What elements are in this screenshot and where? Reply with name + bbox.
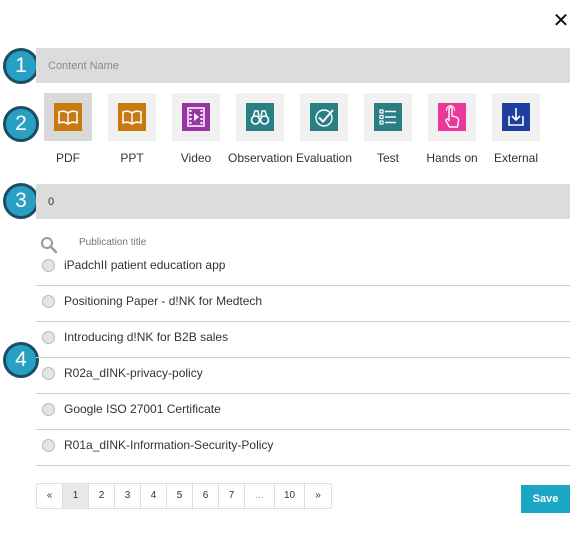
type-hands-on-tile	[428, 93, 476, 141]
step-3-badge: 3	[3, 183, 39, 219]
content-type-selector: PDF PPT Video Observation Evaluation Tes…	[36, 93, 556, 168]
type-observation-label: Observation	[228, 151, 293, 165]
list-item-label: R01a_dINK-Information-Security-Policy	[64, 438, 274, 452]
list-item[interactable]: R02a_dINK-privacy-policy	[36, 358, 570, 394]
type-video-tile	[172, 93, 220, 141]
page-5-button[interactable]: 5	[167, 484, 193, 508]
list-item-label: iPadchII patient education app	[64, 258, 226, 272]
type-test-label: Test	[376, 151, 399, 165]
page-prev-button[interactable]: «	[37, 484, 63, 508]
list-item[interactable]: Google ISO 27001 Certificate	[36, 394, 570, 430]
number-input[interactable]	[36, 184, 570, 219]
radio-button[interactable]	[42, 367, 55, 380]
list-icon	[374, 103, 402, 131]
type-pdf-tile	[44, 93, 92, 141]
type-test[interactable]: Test	[356, 93, 420, 168]
step-1-badge: 1	[3, 48, 39, 84]
page-10-button[interactable]: 10	[275, 484, 305, 508]
radio-button[interactable]	[42, 259, 55, 272]
type-evaluation[interactable]: Evaluation	[292, 93, 356, 168]
type-ppt-label: PPT	[120, 151, 144, 165]
list-item[interactable]: Introducing d!NK for B2B sales	[36, 322, 570, 358]
type-evaluation-tile	[300, 93, 348, 141]
type-external[interactable]: External	[484, 93, 548, 168]
type-ppt-tile	[108, 93, 156, 141]
list-item-label: Positioning Paper - d!NK for Medtech	[64, 294, 263, 308]
type-hands-on[interactable]: Hands on	[420, 93, 484, 168]
page-6-button[interactable]: 6	[193, 484, 219, 508]
film-play-icon	[182, 103, 210, 131]
list-item-label: Google ISO 27001 Certificate	[64, 402, 221, 416]
checkmark-icon	[310, 103, 338, 131]
type-observation-tile	[236, 93, 284, 141]
book-open-icon	[54, 103, 82, 131]
publication-list: iPadchII patient education app Positioni…	[36, 250, 570, 466]
pagination: « 1 2 3 4 5 6 7 ... 10 »	[36, 483, 332, 509]
type-video[interactable]: Video	[164, 93, 228, 168]
page-3-button[interactable]: 3	[115, 484, 141, 508]
download-tray-icon	[502, 103, 530, 131]
page-4-button[interactable]: 4	[141, 484, 167, 508]
touch-hand-icon	[438, 103, 466, 131]
type-external-label: External	[493, 151, 539, 165]
publication-search-input[interactable]	[79, 237, 329, 248]
type-pdf-label: PDF	[56, 151, 80, 165]
list-item-label: Introducing d!NK for B2B sales	[64, 330, 229, 344]
type-ppt[interactable]: PPT	[100, 93, 164, 168]
page-1-button[interactable]: 1	[63, 484, 89, 508]
page-ellipsis: ...	[245, 484, 275, 508]
list-item-label: R02a_dINK-privacy-policy	[64, 366, 203, 380]
step-4-badge: 4	[3, 342, 39, 378]
list-item[interactable]: iPadchII patient education app	[36, 250, 570, 286]
content-name-input[interactable]	[36, 48, 570, 83]
radio-button[interactable]	[42, 295, 55, 308]
save-button[interactable]: Save	[521, 485, 570, 513]
binoculars-icon	[246, 103, 274, 131]
type-pdf[interactable]: PDF	[36, 93, 100, 168]
type-hands-on-label: Hands on	[426, 151, 478, 165]
type-evaluation-label: Evaluation	[295, 151, 353, 165]
type-observation[interactable]: Observation	[228, 93, 293, 168]
list-item[interactable]: R01a_dINK-Information-Security-Policy	[36, 430, 570, 466]
list-item[interactable]: Positioning Paper - d!NK for Medtech	[36, 286, 570, 322]
book-open-icon	[118, 103, 146, 131]
close-icon[interactable]: ✕	[551, 10, 571, 30]
radio-button[interactable]	[42, 403, 55, 416]
page-7-button[interactable]: 7	[219, 484, 245, 508]
type-test-tile	[364, 93, 412, 141]
type-external-tile	[492, 93, 540, 141]
page-next-button[interactable]: »	[305, 484, 331, 508]
page-2-button[interactable]: 2	[89, 484, 115, 508]
step-2-badge: 2	[3, 106, 39, 142]
type-video-label: Video	[180, 151, 212, 165]
radio-button[interactable]	[42, 331, 55, 344]
radio-button[interactable]	[42, 439, 55, 452]
